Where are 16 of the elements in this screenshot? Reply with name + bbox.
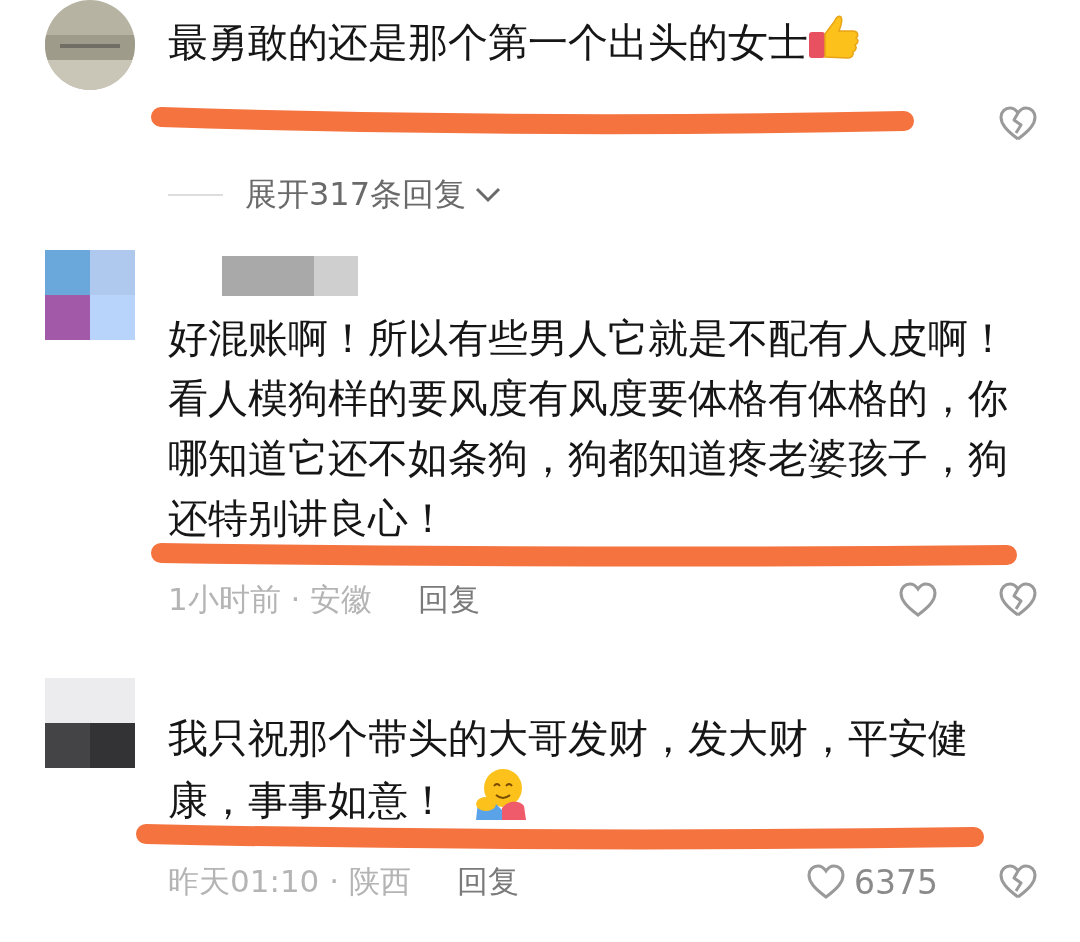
comment-text: 最勇敢的还是那个第一个出头的女士 [168,12,1038,72]
broken-heart-icon[interactable] [998,106,1038,142]
chevron-down-icon[interactable] [474,186,503,204]
heart-icon[interactable] [806,864,846,900]
like-count: 6375 [854,862,938,902]
reply-link[interactable]: 回复 [418,579,481,621]
reply-link[interactable]: 回复 [456,861,519,903]
expand-replies-link[interactable]: 展开317条回复 [245,173,467,217]
comment-text: 我只祝那个带头的大哥发财，发大财，平安健康，事事如意！ [168,714,969,825]
heart-icon[interactable] [898,582,938,618]
comment-time-location: 昨天01:10 · 陕西 [168,862,411,901]
thumbs-up-icon [808,14,860,60]
broken-heart-icon[interactable] [998,582,1038,618]
comment-time-location: 1小时前 · 安徽 [168,580,373,619]
broken-heart-icon[interactable] [998,864,1038,900]
comment-text: 好混账啊！所以有些男人它就是不配有人皮啊！看人模狗样的要风度有风度要体格有体格的，你哪知道它还不如条狗，狗都知道疼老婆孩子，狗还特别讲良心！ [168,314,1009,543]
